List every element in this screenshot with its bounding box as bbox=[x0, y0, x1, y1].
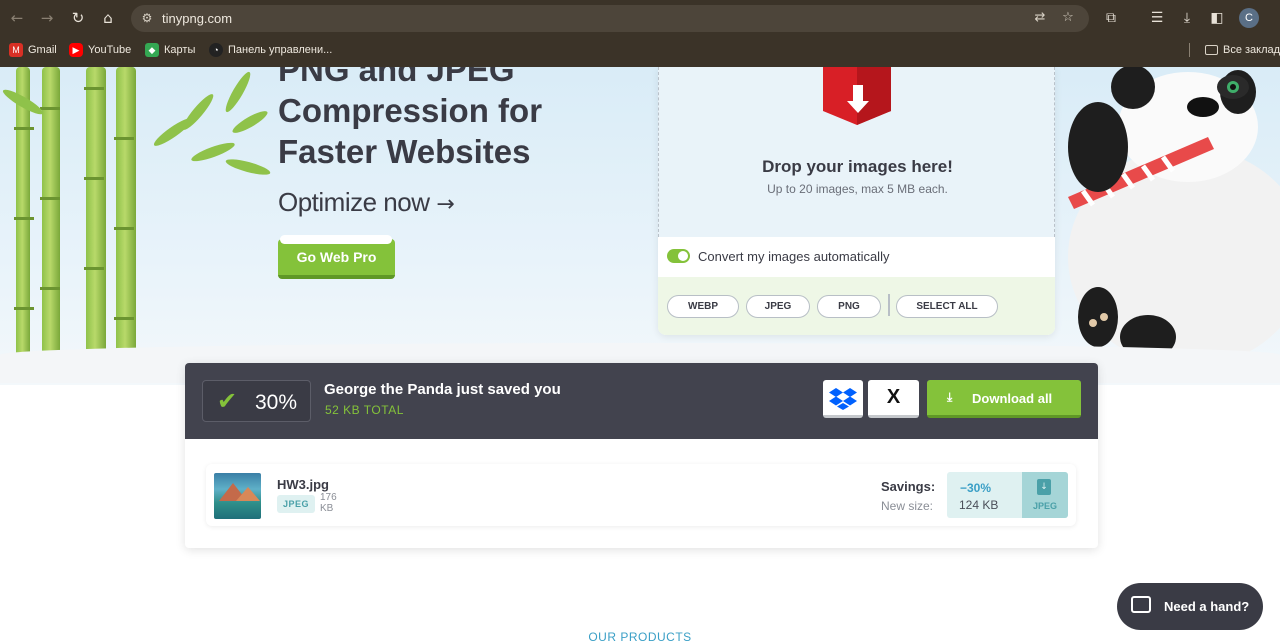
youtube-icon: ▶ bbox=[69, 43, 83, 57]
download-icon: ⤓ bbox=[947, 390, 953, 404]
bookmark-dashboard[interactable]: ◔ Панель управлени... bbox=[209, 42, 332, 58]
download-all-button[interactable]: ⤓ Download all bbox=[927, 380, 1081, 418]
convert-toggle[interactable] bbox=[667, 249, 690, 263]
all-bookmarks[interactable]: Все закладк bbox=[1205, 42, 1280, 58]
extensions-icon[interactable]: ⧉ bbox=[1101, 8, 1121, 28]
browser-toolbar: ← → ↻ ⌂ ⚙ tinypng.com ⇄ ☆ ⧉ ☰ ⤓ ◧ C bbox=[0, 0, 1280, 36]
saved-title: George the Panda just saved you bbox=[324, 381, 561, 398]
file-original-size: 176 KB bbox=[320, 492, 337, 514]
address-bar[interactable]: ⚙ tinypng.com ⇄ ☆ bbox=[131, 5, 1089, 32]
side-panel-icon[interactable]: ◧ bbox=[1207, 8, 1227, 28]
file-name: HW3.jpg bbox=[277, 477, 329, 492]
back-icon[interactable]: ← bbox=[7, 8, 27, 28]
downloads-icon[interactable]: ⤓ bbox=[1177, 8, 1197, 28]
bookmarks-divider bbox=[1189, 43, 1190, 57]
savings-label: Savings: bbox=[881, 479, 936, 494]
share-x-button[interactable]: X bbox=[868, 380, 919, 418]
upload-card: Drop your images here! Up to 20 images, … bbox=[658, 67, 1055, 335]
file-row: HW3.jpg JPEG 176 KB Savings: New size: −… bbox=[206, 464, 1076, 526]
new-size-value: 124 KB bbox=[959, 498, 999, 512]
checkmark-icon: ✔ bbox=[217, 387, 238, 415]
convert-label: Convert my images automatically bbox=[698, 249, 890, 264]
snow-decoration bbox=[280, 235, 392, 244]
results-header: ✔ 30% George the Panda just saved you 52… bbox=[185, 363, 1098, 439]
dropbox-icon bbox=[829, 388, 857, 410]
bookmark-youtube[interactable]: ▶ YouTube bbox=[69, 42, 131, 58]
drop-subtitle: Up to 20 images, max 5 MB each. bbox=[767, 182, 948, 196]
download-file-button[interactable]: ↓ JPEG bbox=[1022, 472, 1068, 518]
savings-box: −30% 124 KB ↓ JPEG bbox=[947, 472, 1068, 518]
url-text[interactable]: tinypng.com bbox=[162, 11, 232, 26]
format-png-button[interactable]: PNG bbox=[817, 295, 881, 318]
drop-title: Drop your images here! bbox=[762, 157, 953, 176]
hero-section: PNG and JPEG Compression for Faster Webs… bbox=[0, 67, 1280, 385]
panda-illustration bbox=[1068, 67, 1280, 357]
new-size-label: New size: bbox=[881, 499, 934, 513]
site-info-icon[interactable]: ⚙ bbox=[139, 10, 155, 26]
file-thumbnail bbox=[214, 473, 261, 519]
dropbox-button[interactable] bbox=[823, 380, 863, 418]
go-web-pro-button[interactable]: Go Web Pro bbox=[278, 235, 395, 279]
upload-box-icon bbox=[823, 67, 891, 125]
hero-headline: PNG and JPEG Compression for Faster Webs… bbox=[278, 67, 543, 170]
chat-icon bbox=[1131, 596, 1151, 613]
page-content: PNG and JPEG Compression for Faster Webs… bbox=[0, 67, 1280, 644]
saved-total: 52 KB TOTAL bbox=[325, 403, 404, 417]
our-products-link[interactable]: OUR PRODUCTS bbox=[0, 630, 1280, 644]
format-selector: WEBP JPEG PNG SELECT ALL bbox=[658, 277, 1055, 335]
results-panel: ✔ 30% George the Panda just saved you 52… bbox=[185, 363, 1098, 548]
help-chat-button[interactable]: Need a hand? bbox=[1117, 583, 1263, 630]
select-all-button[interactable]: SELECT ALL bbox=[896, 295, 998, 318]
bookmark-star-icon[interactable]: ☆ bbox=[1059, 9, 1077, 27]
home-icon[interactable]: ⌂ bbox=[98, 8, 118, 28]
savings-value: −30% bbox=[960, 481, 992, 495]
browser-chrome: ← → ↻ ⌂ ⚙ tinypng.com ⇄ ☆ ⧉ ☰ ⤓ ◧ C M Gm… bbox=[0, 0, 1280, 67]
bookmarks-bar: M Gmail ▶ YouTube ◆ Карты ◔ Панель управ… bbox=[0, 38, 1280, 62]
convert-row: Convert my images automatically bbox=[658, 237, 1055, 277]
maps-icon: ◆ bbox=[145, 43, 159, 57]
file-download-icon: ↓ bbox=[1037, 479, 1051, 495]
savings-percent-badge: ✔ 30% bbox=[202, 380, 311, 422]
folder-icon bbox=[1205, 45, 1218, 55]
bookmark-gmail[interactable]: M Gmail bbox=[9, 42, 57, 58]
file-type-badge: JPEG bbox=[277, 495, 315, 513]
translate-icon[interactable]: ⇄ bbox=[1031, 9, 1049, 27]
reload-icon[interactable]: ↻ bbox=[68, 8, 88, 28]
reading-list-icon[interactable]: ☰ bbox=[1147, 8, 1167, 28]
format-jpeg-button[interactable]: JPEG bbox=[746, 295, 810, 318]
forward-icon[interactable]: → bbox=[37, 8, 57, 28]
bookmark-maps[interactable]: ◆ Карты bbox=[145, 42, 195, 58]
format-divider bbox=[888, 294, 890, 316]
arrow-right-icon: → bbox=[436, 192, 455, 217]
dashboard-icon: ◔ bbox=[209, 43, 223, 57]
profile-avatar[interactable]: C bbox=[1239, 8, 1259, 28]
optimize-now-link[interactable]: Optimize now → bbox=[278, 187, 455, 218]
format-webp-button[interactable]: WEBP bbox=[667, 295, 739, 318]
gmail-icon: M bbox=[9, 43, 23, 57]
drop-zone[interactable]: Drop your images here! Up to 20 images, … bbox=[658, 67, 1055, 237]
